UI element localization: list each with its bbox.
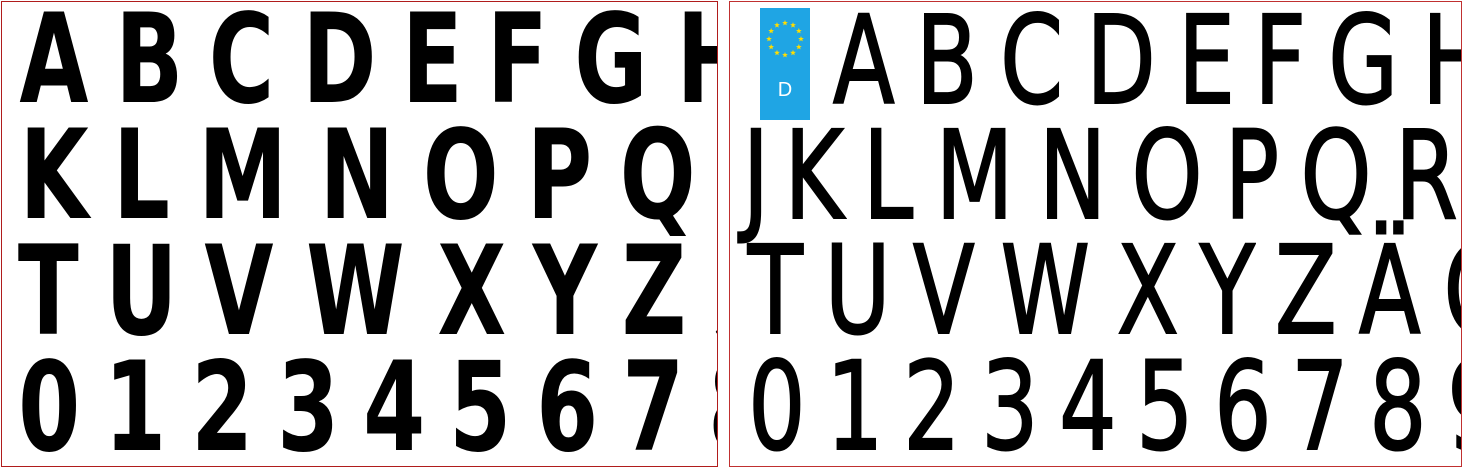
glyph: 9 (1446, 345, 1461, 466)
glyph: Ö (1443, 229, 1461, 353)
glyph: 5 (449, 336, 512, 467)
glyph: Z (1274, 220, 1337, 362)
glyph-row-4: 0123456789 (6, 346, 717, 466)
glyph: N (1038, 105, 1107, 247)
glyph: G (1327, 1, 1398, 132)
glyph-row-1: ABCDEFGHI (822, 2, 1461, 123)
glyph: 0 (18, 336, 81, 467)
glyph: 7 (622, 336, 685, 467)
glyph: 6 (535, 336, 598, 467)
glyph: Ä (1358, 220, 1421, 362)
eu-star-icon (782, 20, 788, 26)
eu-star-icon (790, 22, 796, 28)
eu-star-icon (774, 22, 780, 28)
glyph: M (935, 105, 1014, 247)
eu-stars-icon (766, 20, 804, 58)
glyph: 2 (190, 336, 253, 467)
eu-star-icon (766, 36, 772, 42)
glyph: 8 (708, 346, 717, 466)
eu-star-icon (768, 28, 774, 34)
glyph: E (1178, 1, 1237, 132)
glyph-row-1: ABCDEFGHIJ (6, 2, 717, 122)
glyph-row-2: KLMNOPQRS (6, 114, 713, 238)
glyph: L (862, 105, 914, 247)
glyph: K (784, 105, 845, 247)
glyph: 1 (825, 336, 884, 467)
glyph: R (1394, 105, 1458, 247)
glyph-row-3: TUVWXYZØÆ (6, 230, 717, 354)
country-code: D (777, 79, 793, 101)
glyph: 4 (363, 336, 426, 467)
glyph: W (1000, 220, 1091, 362)
glyph: U (823, 220, 891, 362)
glyph: 3 (980, 336, 1039, 467)
glyph-row-2: JKLMNOPQRS (738, 114, 1459, 238)
glyph: Q (1300, 105, 1373, 247)
glyph: Y (1198, 220, 1255, 362)
glyph: 6 (1213, 336, 1272, 467)
glyph: D (1086, 1, 1157, 132)
eu-star-icon (782, 52, 788, 58)
eu-star-icon (798, 36, 804, 42)
glyph-row-4: 0123456789 (738, 345, 1461, 466)
glyph: 2 (903, 336, 962, 467)
glyph: 0 (747, 336, 806, 467)
eu-star-icon (790, 49, 796, 56)
glyph: 1 (104, 336, 167, 467)
eu-star-icon (774, 49, 780, 56)
eu-band: D (760, 8, 810, 120)
glyph: P (1223, 105, 1279, 247)
glyph: 8 (1368, 336, 1427, 467)
glyph: O (1130, 105, 1203, 247)
german-plate-font-panel: D ABCDEFGHI JKLMNOPQRS TUVWXYZÄÖÜ 012345… (729, 1, 1462, 467)
glyph: 7 (1291, 336, 1350, 467)
eu-star-icon (796, 44, 802, 50)
glyph: 4 (1058, 336, 1117, 467)
glyph: T (747, 220, 804, 362)
glyph: 3 (276, 336, 340, 467)
glyph: B (916, 1, 979, 132)
glyph: V (912, 220, 975, 362)
glyph-row-3: TUVWXYZÄÖÜ (738, 229, 1461, 353)
glyph: C (1000, 1, 1065, 132)
glyph: J (742, 105, 770, 247)
glyph: X (1116, 220, 1179, 362)
glyph: F (1254, 1, 1307, 132)
norwegian-plate-font-panel: ABCDEFGHIJ KLMNOPQRS TUVWXYZØÆ 012345678… (1, 1, 718, 467)
glyph: A (832, 1, 895, 132)
eu-star-icon (768, 44, 774, 50)
eu-star-icon (796, 28, 802, 34)
glyph: H (1421, 2, 1461, 123)
glyph: 5 (1135, 336, 1194, 467)
